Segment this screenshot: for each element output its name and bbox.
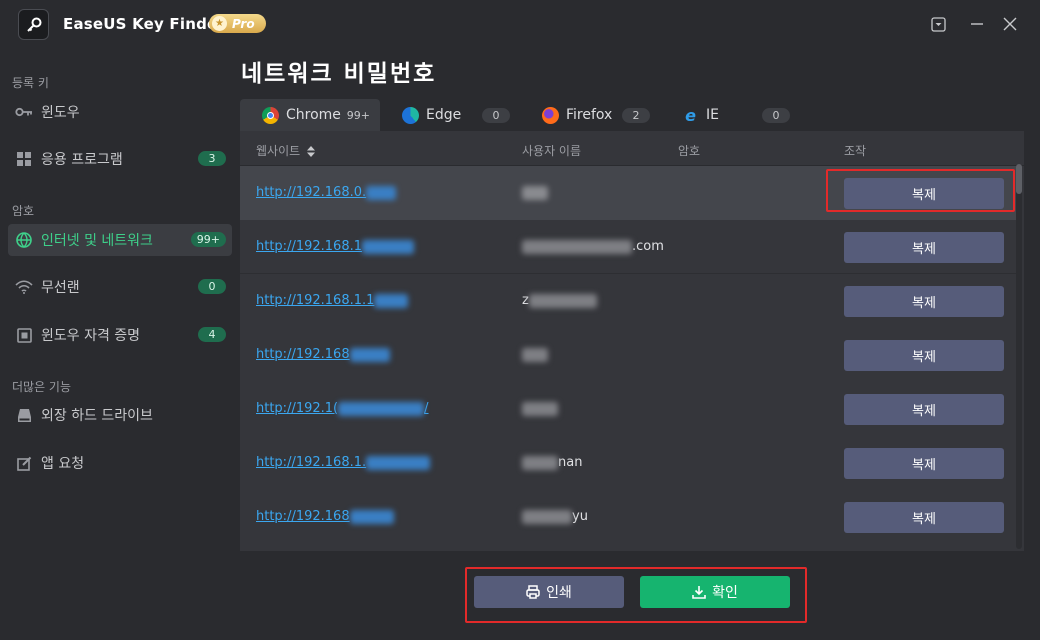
sidebar-item-label: 윈도우	[41, 105, 80, 121]
printer-icon	[526, 585, 540, 599]
copy-button[interactable]: 복제	[844, 394, 1004, 425]
tab-count: 99+	[346, 109, 370, 122]
copy-button[interactable]: 복제	[844, 448, 1004, 479]
count-badge: 3	[198, 151, 226, 166]
print-label: 인쇄	[546, 585, 572, 601]
globe-icon	[15, 231, 33, 249]
sidebar-item-wireless[interactable]: 무선랜 0	[8, 271, 232, 303]
copy-button[interactable]: 복제	[844, 286, 1004, 317]
count-badge: 0	[198, 279, 226, 294]
count-badge: 99+	[190, 232, 226, 247]
username-cell	[522, 401, 558, 416]
sidebar-item-label: 무선랜	[41, 280, 80, 296]
table-scrollbar[interactable]	[1016, 164, 1022, 549]
username-cell: z	[522, 293, 597, 308]
sidebar-item-external-drive[interactable]: 외장 하드 드라이브	[8, 399, 232, 431]
sidebar-item-label: 윈도우 자격 증명	[41, 328, 141, 344]
edge-icon	[402, 106, 419, 124]
pro-badge-label: Pro	[232, 16, 255, 31]
table-header: 웹사이트 사용자 이름 암호 조작	[240, 131, 1024, 166]
column-header-action: 조작	[844, 144, 867, 158]
drive-icon	[15, 406, 33, 424]
table-row[interactable]: http://192.168.1. nan 복제	[240, 436, 1016, 490]
column-header-website[interactable]: 웹사이트	[256, 142, 315, 159]
website-link[interactable]: http://192.168.0.	[256, 185, 397, 200]
section-title-registration-keys: 등록 키	[12, 76, 49, 90]
sidebar-item-app-request[interactable]: 앱 요청	[8, 447, 232, 479]
table-row[interactable]: http://192.168 yu 복제	[240, 490, 1016, 544]
copy-button[interactable]: 복제	[844, 502, 1004, 533]
tab-count: 2	[622, 108, 650, 123]
copy-button[interactable]: 복제	[844, 340, 1004, 371]
website-link[interactable]: http://192.168.1.	[256, 455, 431, 470]
download-icon	[692, 585, 706, 599]
sidebar: 등록 키 윈도우 응용 프로그램 3 암호 인터넷 및 네트워크 99+ 무선랜…	[0, 50, 240, 640]
section-title-more-features: 더많은 기능	[12, 380, 72, 394]
username-cell: .com	[522, 239, 664, 254]
credential-icon	[15, 326, 33, 344]
close-icon[interactable]	[1000, 14, 1020, 34]
tab-label: Edge	[426, 107, 462, 123]
tab-ie[interactable]: e IE 0	[660, 99, 800, 131]
minimize-icon[interactable]	[967, 14, 987, 34]
username-cell	[522, 347, 548, 362]
tab-edge[interactable]: Edge 0	[380, 99, 520, 131]
title-bar: EaseUS Key Finder ★ Pro	[0, 0, 1040, 50]
tab-count: 0	[482, 108, 510, 123]
sidebar-item-windows-credentials[interactable]: 윈도우 자격 증명 4	[8, 319, 232, 351]
column-header-username: 사용자 이름	[522, 144, 582, 158]
website-link[interactable]: http://192.168.1	[256, 239, 414, 254]
table-row[interactable]: http://192.1(/ 복제	[240, 382, 1016, 436]
table-row[interactable]: http://192.168.1.1 z 복제	[240, 274, 1016, 328]
chrome-icon	[262, 106, 279, 124]
firefox-icon	[542, 106, 559, 124]
copy-button[interactable]: 복제	[844, 178, 1004, 209]
website-link[interactable]: http://192.168.1.1	[256, 293, 409, 308]
tab-label: Firefox	[566, 107, 613, 123]
tab-count: 0	[762, 108, 790, 123]
ie-icon: e	[685, 105, 696, 125]
username-cell	[522, 185, 548, 200]
scroll-thumb[interactable]	[1016, 164, 1022, 194]
grid-icon	[15, 150, 33, 168]
key-icon	[15, 103, 33, 121]
password-table: 웹사이트 사용자 이름 암호 조작 http://192.168.0. 복제 h…	[240, 131, 1024, 551]
tab-firefox[interactable]: Firefox 2	[520, 99, 660, 131]
app-title: EaseUS Key Finder	[63, 15, 225, 33]
table-row[interactable]: http://192.168.0. 복제	[240, 166, 1016, 220]
tab-chrome[interactable]: Chrome 99+	[240, 99, 380, 131]
confirm-button[interactable]: 확인	[640, 576, 790, 608]
print-button[interactable]: 인쇄	[474, 576, 624, 608]
edit-icon	[15, 454, 33, 472]
star-icon: ★	[212, 16, 227, 31]
sidebar-item-applications[interactable]: 응용 프로그램 3	[8, 143, 232, 175]
dropdown-icon[interactable]	[928, 14, 948, 34]
website-link[interactable]: http://192.1(/	[256, 401, 429, 416]
website-link[interactable]: http://192.168	[256, 347, 390, 362]
key-icon	[18, 9, 49, 40]
confirm-label: 확인	[712, 585, 738, 601]
website-link[interactable]: http://192.168	[256, 509, 394, 524]
tab-label: Chrome	[286, 107, 341, 123]
copy-button[interactable]: 복제	[844, 232, 1004, 263]
table-row[interactable]: http://192.168.1 .com 복제	[240, 220, 1016, 274]
tab-label: IE	[706, 107, 719, 123]
browser-tabs: Chrome 99+ Edge 0 Firefox 2 e IE 0	[240, 99, 800, 131]
sidebar-item-label: 응용 프로그램	[41, 152, 123, 168]
page-title: 네트워크 비밀번호	[241, 61, 437, 87]
username-cell: nan	[522, 455, 582, 470]
table-row[interactable]: http://192.168 복제	[240, 328, 1016, 382]
column-header-password: 암호	[678, 144, 701, 158]
sidebar-item-label: 인터넷 및 네트워크	[41, 233, 153, 249]
wifi-icon	[15, 278, 33, 296]
username-cell: yu	[522, 509, 588, 524]
sidebar-item-label: 외장 하드 드라이브	[41, 408, 153, 424]
sort-icon[interactable]	[307, 146, 315, 157]
section-title-passwords: 암호	[12, 204, 35, 218]
sidebar-item-internet-network[interactable]: 인터넷 및 네트워크 99+	[8, 224, 232, 256]
count-badge: 4	[198, 327, 226, 342]
pro-badge: ★ Pro	[209, 14, 266, 33]
sidebar-item-windows[interactable]: 윈도우	[8, 96, 232, 128]
sidebar-item-label: 앱 요청	[41, 456, 85, 472]
